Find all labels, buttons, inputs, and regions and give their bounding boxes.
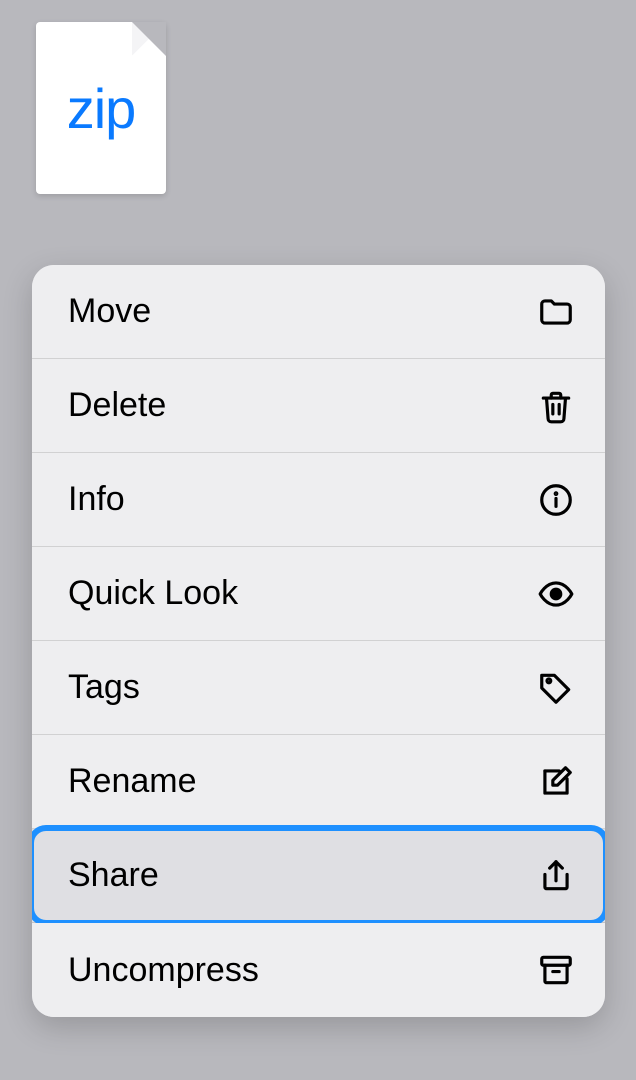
info-icon bbox=[537, 481, 575, 519]
folder-icon bbox=[537, 293, 575, 331]
menu-item-label: Uncompress bbox=[68, 951, 259, 990]
document-page: zip bbox=[36, 22, 166, 194]
menu-item-quick-look[interactable]: Quick Look bbox=[32, 547, 605, 641]
eye-icon bbox=[537, 575, 575, 613]
file-type-label: zip bbox=[67, 76, 136, 141]
menu-item-label: Quick Look bbox=[68, 574, 238, 613]
menu-item-label: Delete bbox=[68, 386, 166, 425]
menu-item-label: Move bbox=[68, 292, 151, 331]
menu-item-delete[interactable]: Delete bbox=[32, 359, 605, 453]
menu-item-move[interactable]: Move bbox=[32, 265, 605, 359]
menu-item-label: Rename bbox=[68, 762, 197, 801]
menu-item-label: Info bbox=[68, 480, 125, 519]
menu-item-tags[interactable]: Tags bbox=[32, 641, 605, 735]
menu-item-share[interactable]: Share bbox=[32, 829, 605, 923]
menu-item-info[interactable]: Info bbox=[32, 453, 605, 547]
compose-icon bbox=[537, 763, 575, 801]
share-icon bbox=[537, 857, 575, 895]
menu-item-label: Tags bbox=[68, 668, 140, 707]
menu-item-label: Share bbox=[68, 856, 159, 895]
file-preview[interactable]: zip bbox=[36, 22, 166, 194]
tag-icon bbox=[537, 669, 575, 707]
menu-item-uncompress[interactable]: Uncompress bbox=[32, 923, 605, 1017]
dog-ear bbox=[132, 22, 166, 56]
trash-icon bbox=[537, 387, 575, 425]
menu-item-rename[interactable]: Rename bbox=[32, 735, 605, 829]
context-menu: Move Delete Info Quick Look bbox=[32, 265, 605, 1017]
archive-box-icon bbox=[537, 951, 575, 989]
